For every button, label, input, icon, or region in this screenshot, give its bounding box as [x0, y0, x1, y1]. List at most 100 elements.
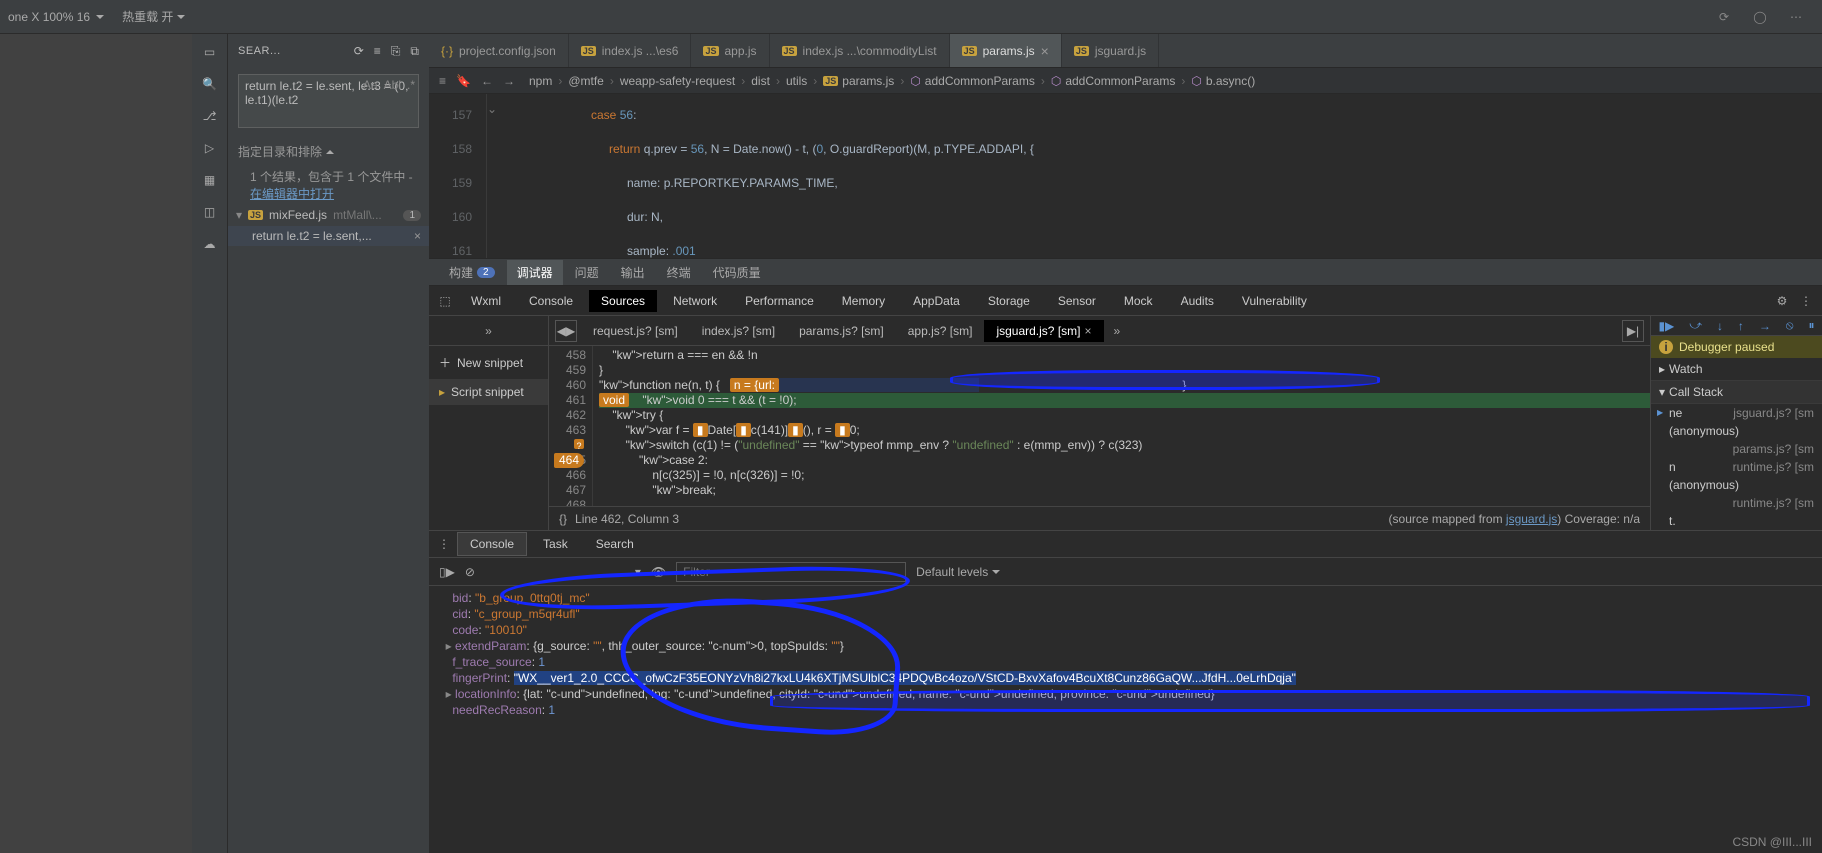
context-dropdown[interactable]: ▾	[635, 565, 641, 579]
tab-params-js[interactable]: JS params.js ×	[950, 34, 1062, 67]
close-icon[interactable]: ×	[1041, 43, 1049, 59]
inspect-icon[interactable]: ⬚	[435, 294, 455, 308]
devtools-tab-audits[interactable]: Audits	[1169, 290, 1226, 312]
devtools-tab-appdata[interactable]: AppData	[901, 290, 972, 312]
console-filter-input[interactable]	[676, 562, 906, 582]
console-output[interactable]: bid: "b_group_0ttq0tj_mc" cid: "c_group_…	[429, 586, 1822, 853]
open-in-editor-link[interactable]: 在编辑器中打开	[250, 187, 334, 201]
show-file-icon[interactable]: ▶|	[1622, 320, 1644, 342]
devtools-tab-network[interactable]: Network	[661, 290, 729, 312]
tab-debugger[interactable]: 调试器	[507, 260, 563, 285]
tab-jsguard-js[interactable]: JS jsguard.js	[1062, 34, 1159, 67]
watermark: CSDN @III...III	[1732, 835, 1812, 849]
snippet-item[interactable]: ▸ Script snippet	[429, 379, 548, 405]
devtools-tab-sources[interactable]: Sources	[589, 290, 657, 312]
source-map-link[interactable]: jsguard.js	[1506, 512, 1557, 526]
device-info[interactable]: one X 100% 16	[0, 10, 112, 24]
collapse-icon[interactable]: ⧉	[410, 44, 419, 59]
eye-icon[interactable]: 👁	[651, 565, 666, 579]
devtools-tab-console[interactable]: Console	[517, 290, 585, 312]
bookmark-icon[interactable]: 🔖	[456, 74, 471, 88]
regex-icon[interactable]: .*	[407, 78, 415, 92]
vcs-icon[interactable]: ⎇	[200, 106, 220, 126]
tab-project-config[interactable]: {·} project.config.json	[429, 34, 569, 67]
sources-code[interactable]: 458459460461462463?464465466467468469 "k…	[549, 346, 1650, 506]
docker-icon[interactable]: ☁	[200, 234, 220, 254]
window-icon[interactable]: ◫	[200, 202, 220, 222]
devtools-tab-storage[interactable]: Storage	[976, 290, 1042, 312]
resume-icon[interactable]: ▮▶	[1658, 319, 1674, 333]
devtools-tab-sensor[interactable]: Sensor	[1046, 290, 1108, 312]
new-snippet-button[interactable]: ＋ New snippet	[429, 346, 533, 379]
breadcrumb-root[interactable]: npm	[529, 74, 552, 88]
hot-reload-toggle[interactable]: 热重载 开	[122, 8, 185, 25]
tab-index-commodity[interactable]: JS index.js ...\commodityList	[770, 34, 950, 67]
editor-code[interactable]: 157158159160161 ⌄ case 56:return q.prev …	[429, 94, 1822, 258]
forward-icon[interactable]: →	[503, 74, 515, 88]
back-icon[interactable]: ←	[481, 74, 493, 88]
more-icon[interactable]: ⋯	[1788, 9, 1804, 25]
drawer-tab-search[interactable]: Search	[584, 533, 646, 555]
drawer-tab-task[interactable]: Task	[531, 533, 580, 555]
stop-icon[interactable]: ◯	[1752, 9, 1768, 25]
braces-icon[interactable]: {}	[559, 512, 567, 526]
stack-frame[interactable]: nejsguard.js? [sm	[1651, 404, 1822, 422]
match-case-icon[interactable]: Aa	[363, 78, 378, 92]
stack-frame[interactable]: t.	[1651, 512, 1822, 530]
search-result-file[interactable]: ▾ JS mixFeed.js mtMall\... 1	[228, 204, 429, 226]
devtools-tab-vulnerability[interactable]: Vulnerability	[1230, 290, 1319, 312]
source-tab[interactable]: request.js? [sm]	[581, 320, 690, 342]
stack-frame[interactable]: (anonymous)	[1651, 476, 1822, 494]
run-icon[interactable]: ▷	[200, 138, 220, 158]
watch-section[interactable]: ▸ Watch	[1651, 358, 1822, 381]
step-out-icon[interactable]: ↑	[1738, 319, 1744, 333]
search-result-match[interactable]: return le.t2 = le.sent,... ×	[228, 226, 429, 246]
include-exclude-section[interactable]: 指定目录和排除	[228, 137, 429, 166]
step-icon[interactable]: →	[1759, 319, 1771, 333]
source-tab[interactable]: app.js? [sm]	[896, 320, 985, 342]
tab-app-js[interactable]: JS app.js	[691, 34, 769, 67]
chevron-down-icon	[96, 15, 104, 19]
clear-icon[interactable]: ≡	[374, 44, 381, 59]
log-levels-dropdown[interactable]: Default levels	[916, 565, 1000, 579]
refresh-icon[interactable]: ⟳	[1716, 9, 1732, 25]
source-tab[interactable]: jsguard.js? [sm]×	[984, 320, 1103, 342]
tab-output[interactable]: 输出	[611, 260, 655, 285]
callstack-section[interactable]: ▾ Call Stack	[1651, 381, 1822, 404]
tab-index-es6[interactable]: JS index.js ...\es6	[569, 34, 692, 67]
source-tab[interactable]: index.js? [sm]	[690, 320, 787, 342]
close-icon[interactable]: ×	[414, 229, 421, 243]
menu-icon[interactable]: ⋮	[435, 537, 453, 551]
drawer-tab-console[interactable]: Console	[457, 532, 527, 556]
search-icon[interactable]: 🔍	[200, 74, 220, 94]
nav-back-icon[interactable]: ◀▶	[555, 320, 577, 342]
step-over-icon[interactable]: ⤻	[1689, 318, 1702, 333]
tab-build[interactable]: 构建 2	[439, 260, 505, 285]
files-icon[interactable]: ▭	[200, 42, 220, 62]
deactivate-icon[interactable]: ⦸	[1786, 318, 1794, 333]
more-icon[interactable]: ⋮	[1796, 294, 1816, 308]
more-tabs-icon[interactable]: »	[1114, 324, 1121, 338]
list-icon[interactable]: ≡	[439, 74, 446, 88]
refresh-icon[interactable]: ⟳	[354, 44, 364, 59]
gear-icon[interactable]: ⚙	[1772, 294, 1792, 308]
devtools-tab-mock[interactable]: Mock	[1112, 290, 1165, 312]
source-tab[interactable]: params.js? [sm]	[787, 320, 896, 342]
new-file-icon[interactable]: ⎘	[391, 44, 401, 59]
step-into-icon[interactable]: ↓	[1717, 319, 1723, 333]
tab-problems[interactable]: 问题	[565, 260, 609, 285]
stack-frame[interactable]: nruntime.js? [sm	[1651, 458, 1822, 476]
stack-frame[interactable]: (anonymous)	[1651, 422, 1822, 440]
more-icon[interactable]: »	[485, 324, 492, 338]
sidebar-toggle-icon[interactable]: ▯▶	[439, 565, 455, 579]
devtools-tab-memory[interactable]: Memory	[830, 290, 897, 312]
grid-icon[interactable]: ▦	[200, 170, 220, 190]
clear-console-icon[interactable]: ⊘	[465, 565, 475, 579]
pause-exception-icon[interactable]: ⏸	[1808, 318, 1814, 333]
tab-code-quality[interactable]: 代码质量	[703, 260, 771, 285]
close-icon[interactable]: ×	[1084, 324, 1091, 338]
devtools-tab-wxml[interactable]: Wxml	[459, 290, 513, 312]
tab-terminal[interactable]: 终端	[657, 260, 701, 285]
whole-word-icon[interactable]: Abl	[384, 78, 401, 92]
devtools-tab-performance[interactable]: Performance	[733, 290, 826, 312]
